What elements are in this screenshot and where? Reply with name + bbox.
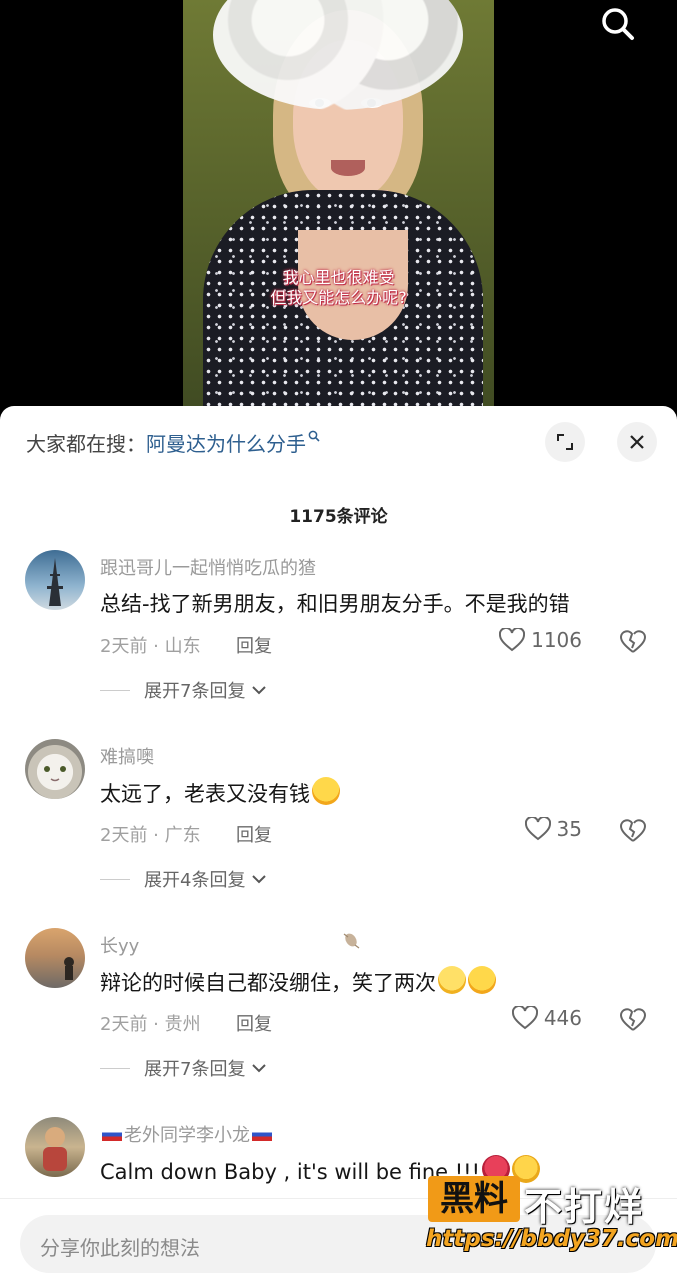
comment-meta: 2天前 · 广东 — [100, 825, 201, 846]
video-player[interactable]: 我心里也很难受 但我又能怎么办呢? — [0, 0, 677, 420]
heart-icon — [524, 817, 551, 841]
expand-replies-button[interactable]: 展开7条回复 — [100, 1055, 269, 1081]
broken-heart-icon — [619, 819, 647, 842]
watermark-brand-text: 不打烊 — [524, 1185, 645, 1229]
russia-flag-icon — [252, 1128, 272, 1141]
crying-emoji-icon — [468, 966, 496, 994]
broken-heart-icon — [619, 630, 647, 653]
trending-search-bar[interactable]: 大家都在搜： 阿曼达为什么分手 — [26, 424, 320, 460]
video-lace-headpiece — [213, 0, 463, 110]
avatar[interactable] — [25, 1117, 85, 1177]
chevron-down-icon — [252, 1064, 267, 1073]
watermark: 黑料 不打烊 https://bbdy37.com — [426, 1172, 677, 1262]
trending-search-link[interactable]: 阿曼达为什么分手 — [146, 428, 306, 457]
video-frame: 我心里也很难受 但我又能怎么办呢? — [183, 0, 494, 420]
avatar[interactable] — [25, 928, 85, 988]
heart-icon — [511, 1006, 538, 1030]
heart-icon — [499, 628, 526, 652]
search-icon[interactable] — [598, 4, 638, 44]
comment-item: 长yy 辩论的时候自己都没绷住，笑了两次 2天前 · 贵州 回复 446 展开7… — [0, 928, 677, 1113]
like-count: 35 — [556, 817, 582, 841]
comment-meta: 2天前 · 贵州 — [100, 1014, 201, 1035]
dislike-button[interactable] — [619, 819, 647, 847]
dislike-button[interactable] — [619, 630, 647, 658]
comments-count: 1175条评论 — [289, 507, 388, 527]
watermark-url: https://bbdy37.com — [426, 1226, 677, 1252]
avatar[interactable] — [25, 739, 85, 799]
like-button[interactable]: 1106 — [499, 628, 582, 652]
expand-replies-label: 展开7条回复 — [144, 1059, 246, 1080]
expand-icon — [557, 434, 573, 450]
reply-button[interactable]: 回复 — [236, 821, 272, 847]
comment-text-body: Calm down Baby , it's will be fine !!! — [100, 1160, 481, 1184]
reply-button[interactable]: 回复 — [236, 632, 272, 658]
comment-text-body: 太远了，老表又没有钱 — [100, 782, 310, 806]
reply-button[interactable]: 回复 — [236, 1010, 272, 1036]
comment-username[interactable]: 难搞噢 — [100, 743, 154, 769]
video-subtitle: 我心里也很难受 但我又能怎么办呢? — [183, 268, 494, 308]
comment-username[interactable]: 跟迅哥儿一起悄悄吃瓜的猹 — [100, 554, 316, 580]
expand-replies-label: 展开4条回复 — [144, 870, 246, 891]
like-button[interactable]: 35 — [524, 817, 582, 841]
expand-replies-button[interactable]: 展开7条回复 — [100, 677, 269, 703]
expand-replies-button[interactable]: 展开4条回复 — [100, 866, 269, 892]
video-subtitle-line2: 但我又能怎么办呢? — [270, 288, 407, 307]
video-mouth — [331, 160, 365, 176]
chevron-down-icon — [252, 875, 267, 884]
watermark-brand-box: 黑料 — [428, 1176, 520, 1222]
russia-flag-icon — [102, 1128, 122, 1141]
comment-item: 难搞噢 太远了，老表又没有钱 2天前 · 广东 回复 35 展开4条回复 — [0, 739, 677, 924]
bug-icon — [340, 928, 362, 955]
comment-username[interactable]: 长yy — [100, 932, 139, 958]
close-icon — [630, 435, 644, 449]
comment-text-body: 辩论的时候自己都没绷住，笑了两次 — [100, 971, 436, 995]
comment-item: 跟迅哥儿一起悄悄吃瓜的猹 总结-找了新男朋友，和旧男朋友分手。不是我的错 2天前… — [0, 550, 677, 735]
comment-username[interactable]: 老外同学李小龙 — [100, 1121, 274, 1147]
trending-search-prefix: 大家都在搜： — [26, 431, 146, 456]
like-count: 446 — [543, 1006, 582, 1030]
divider — [100, 1067, 130, 1069]
broken-heart-icon — [619, 1008, 647, 1031]
comment-username-text: 老外同学李小龙 — [124, 1125, 250, 1146]
divider — [100, 689, 130, 691]
like-count: 1106 — [531, 628, 582, 652]
chevron-down-icon — [252, 686, 267, 695]
expand-replies-label: 展开7条回复 — [144, 681, 246, 702]
comment-text: 太远了，老表又没有钱 — [100, 777, 340, 808]
holding-back-tears-emoji-icon — [438, 966, 466, 994]
video-subtitle-line1: 我心里也很难受 — [282, 268, 395, 287]
like-button[interactable]: 446 — [511, 1006, 582, 1030]
dislike-button[interactable] — [619, 1008, 647, 1036]
search-small-icon — [308, 430, 320, 446]
comment-meta: 2天前 · 山东 — [100, 636, 201, 657]
expand-button[interactable] — [545, 422, 585, 462]
crying-emoji-icon — [312, 777, 340, 805]
divider — [100, 878, 130, 880]
avatar[interactable] — [25, 550, 85, 610]
close-button[interactable] — [617, 422, 657, 462]
comment-sheet: 大家都在搜： 阿曼达为什么分手 1175条评论 跟迅哥儿一起悄悄吃瓜的猹 总结-… — [0, 406, 677, 1280]
comment-text: 辩论的时候自己都没绷住，笑了两次 — [100, 966, 496, 997]
comment-input-placeholder: 分享你此刻的想法 — [40, 1236, 200, 1260]
comment-text: 总结-找了新男朋友，和旧男朋友分手。不是我的错 — [100, 592, 570, 616]
